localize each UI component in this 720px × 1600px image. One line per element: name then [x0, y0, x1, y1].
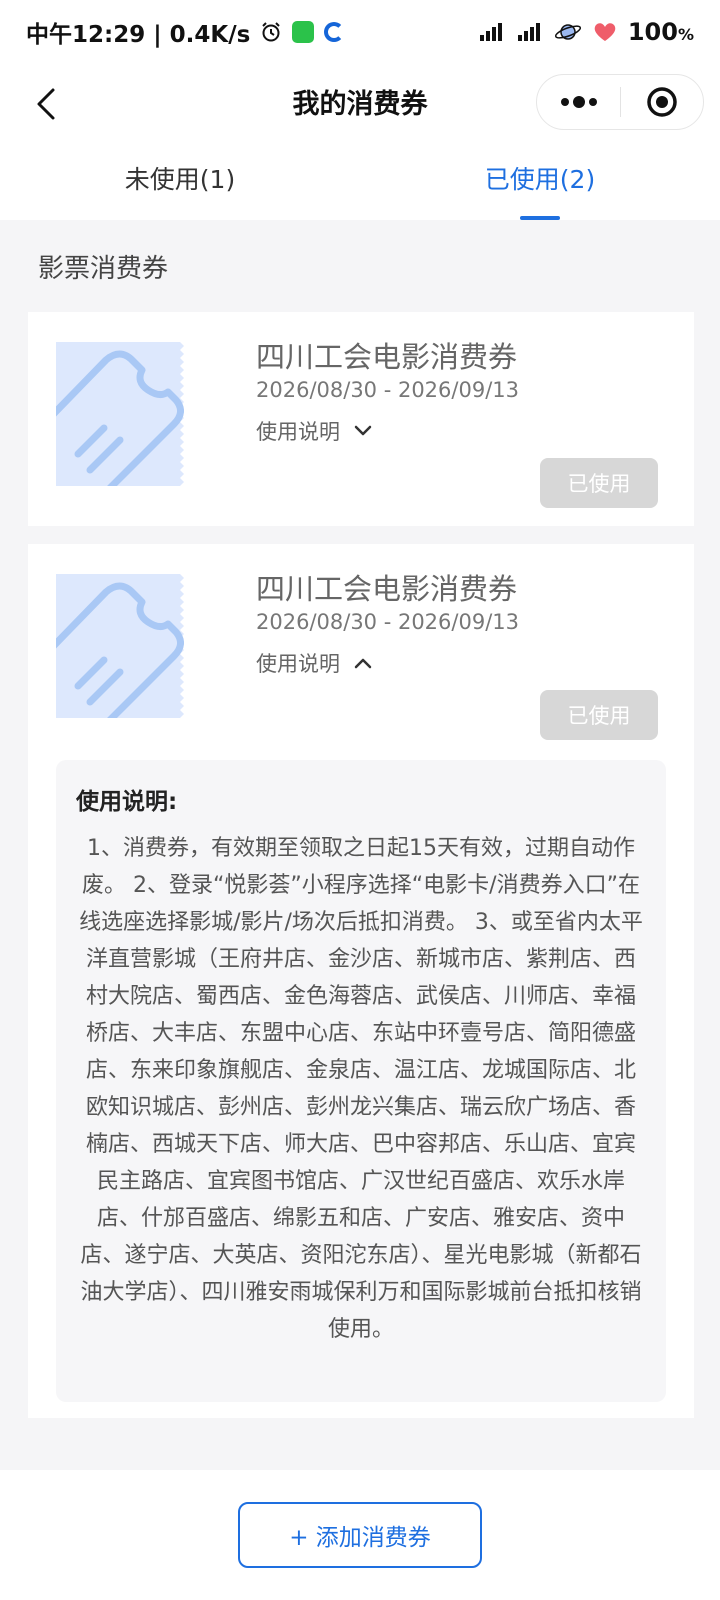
instructions-text: 1、消费券，有效期至领取之日起15天有效，过期自动作废。 2、登录“悦影荟”小程…	[79, 836, 643, 1342]
used-status-button[interactable]: 已使用	[540, 690, 658, 740]
more-button[interactable]	[537, 74, 620, 130]
wechat-icon	[292, 21, 315, 43]
chevron-up-icon	[354, 658, 372, 669]
mini-program-capsule	[536, 74, 704, 130]
status-time-speed: 中午12:29 | 0.4K/s	[26, 22, 251, 48]
instructions-toggle[interactable]: 使用说明	[256, 648, 372, 678]
add-coupon-button[interactable]: + 添加消费券	[238, 1502, 482, 1568]
ticket-icon	[56, 574, 188, 718]
tab-used[interactable]: 已使用(2)	[360, 144, 720, 220]
tab-used-label: 已使用(2)	[484, 165, 596, 194]
coupon-card: 四川工会电影消费券 2026/08/30 - 2026/09/13 使用说明 已…	[28, 544, 694, 1418]
coupon-name: 四川工会电影消费券	[256, 572, 518, 606]
status-right: 100%	[478, 18, 694, 46]
coupon-date-range: 2026/08/30 - 2026/09/13	[256, 610, 520, 634]
close-button[interactable]	[621, 74, 703, 130]
signal-icon	[478, 21, 506, 43]
tab-unused[interactable]: 未使用(1)	[0, 144, 360, 220]
coupon-card: 四川工会电影消费券 2026/08/30 - 2026/09/13 使用说明 已…	[28, 312, 694, 526]
tab-active-indicator	[520, 216, 560, 220]
target-close-icon	[647, 87, 677, 117]
instructions-toggle-label: 使用说明	[256, 420, 340, 444]
app-notification-icon	[324, 22, 345, 42]
chevron-down-icon	[354, 425, 372, 436]
battery-unit: %	[677, 25, 694, 44]
used-status-button[interactable]: 已使用	[540, 458, 658, 508]
more-dots-icon	[560, 96, 597, 108]
signal-icon-2	[516, 21, 544, 43]
coupon-name: 四川工会电影消费券	[256, 340, 518, 374]
battery-level: 100	[627, 18, 678, 46]
status-bar: 中午12:29 | 0.4K/s 100%	[0, 0, 720, 64]
coupon-date-range: 2026/08/30 - 2026/09/13	[256, 378, 520, 402]
section-title: 影票消费券	[38, 254, 169, 284]
planet-icon	[554, 20, 582, 44]
ticket-icon	[56, 342, 188, 486]
instructions-toggle[interactable]: 使用说明	[256, 416, 372, 446]
instructions-toggle-label: 使用说明	[256, 652, 340, 676]
instructions-panel: 使用说明: 1、消费券，有效期至领取之日起15天有效，过期自动作废。 2、登录“…	[56, 760, 666, 1402]
nav-bar: 我的消费券	[0, 64, 720, 144]
bottom-bar: + 添加消费券	[0, 1470, 720, 1600]
alarm-icon	[260, 21, 282, 43]
status-left: 中午12:29 | 0.4K/s	[26, 15, 345, 49]
tab-unused-label: 未使用(1)	[124, 165, 236, 194]
heart-icon	[592, 21, 618, 43]
tab-bar: 未使用(1) 已使用(2)	[0, 144, 720, 220]
instructions-heading: 使用说明:	[76, 789, 178, 815]
